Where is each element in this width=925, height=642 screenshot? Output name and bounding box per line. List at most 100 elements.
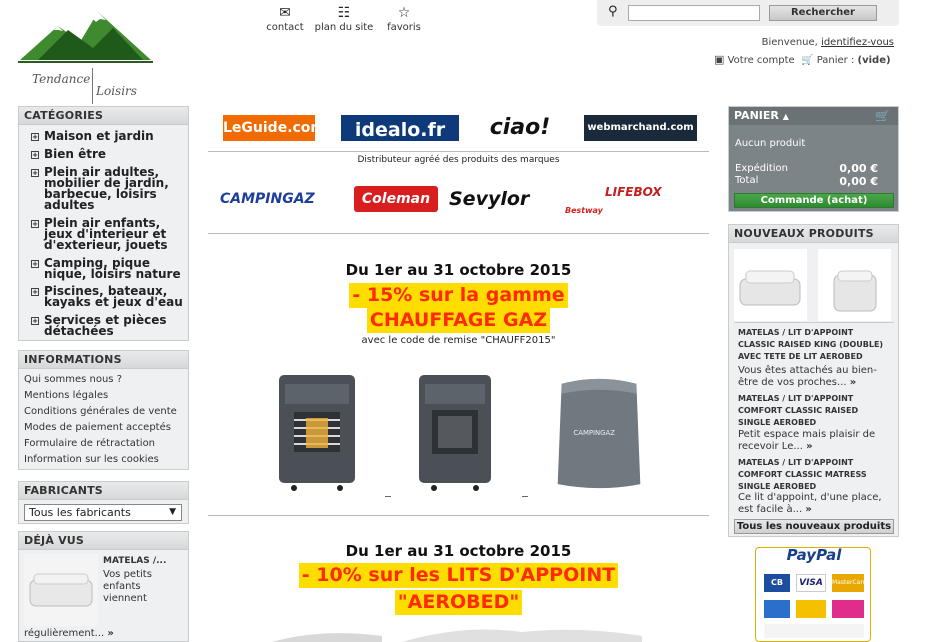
- promo2-line2-wrap: "AEROBED": [208, 590, 709, 615]
- new-product-desc: Vous êtes attachés au bien-être de vos p…: [738, 365, 877, 388]
- card-logo: [796, 600, 826, 618]
- favorites-link[interactable]: ☆ favoris: [379, 4, 429, 33]
- promo2-line2[interactable]: "AEROBED": [394, 590, 523, 615]
- brand-sevylor-logo[interactable]: Sevylor: [449, 183, 559, 215]
- mattress-promo-image[interactable]: [262, 624, 702, 642]
- new-product-title[interactable]: MATELAS / LIT D'APPOINT CLASSIC RAISED K…: [738, 327, 893, 363]
- card-logo: [832, 600, 864, 618]
- info-link[interactable]: Qui sommes nous ?: [24, 374, 122, 385]
- brand-campingaz-logo[interactable]: CAMPINGAZ: [220, 183, 335, 215]
- logo-text-line1: Tendance: [32, 72, 91, 86]
- favorites-label: favoris: [387, 22, 421, 33]
- mountain-logo-icon: [18, 12, 153, 63]
- site-logo[interactable]: Tendance Loisirs: [18, 8, 153, 104]
- info-link[interactable]: Formulaire de rétractation: [24, 438, 155, 449]
- promo2-line1-wrap: - 10% sur les LITS D'APPOINT: [208, 563, 709, 588]
- cart-shipping-label: Expédition: [735, 163, 789, 174]
- heater-cover-product-image[interactable]: CAMPINGAZ: [553, 374, 646, 494]
- envelope-icon: ✉: [279, 5, 291, 21]
- star-icon: ☆: [397, 5, 411, 21]
- paypal-block[interactable]: PayPal CB VISA MasterCard: [755, 546, 871, 642]
- informations-block: INFORMATIONS Qui sommes nous ? Mentions …: [18, 350, 189, 470]
- partner-leguide-logo[interactable]: LeGuide.com: [223, 115, 325, 141]
- welcome-text: Bienvenue, identifiez-vous: [762, 37, 894, 48]
- info-link[interactable]: Conditions générales de vente: [24, 406, 177, 417]
- sitemap-link[interactable]: ☷ plan du site: [313, 4, 375, 33]
- brand-lifebox-logo[interactable]: LIFEBOX: [605, 184, 695, 200]
- cart-title: PANIER: [734, 109, 779, 122]
- info-link[interactable]: Information sur les cookies: [24, 454, 159, 465]
- divider: [734, 322, 894, 323]
- viewed-product-more[interactable]: régulièrement... »: [24, 628, 114, 639]
- all-new-products-button[interactable]: Tous les nouveaux produits: [734, 519, 894, 534]
- order-button[interactable]: Commande (achat): [734, 193, 894, 208]
- brand-coleman-logo[interactable]: Coleman: [354, 186, 438, 212]
- promo2-line1[interactable]: - 10% sur les LITS D'APPOINT: [298, 563, 619, 588]
- logo-separator: [92, 68, 93, 104]
- brand-bestway-logo[interactable]: Bestway: [565, 183, 603, 215]
- cart-header[interactable]: PANIER ▲ 🛒: [729, 107, 898, 125]
- cart-link[interactable]: Panier :: [817, 55, 855, 66]
- expand-icon: +: [31, 169, 39, 177]
- new-products-block: NOUVEAUX PRODUITS MATELAS / LIT D'APPOIN…: [728, 224, 899, 537]
- info-link[interactable]: Mentions légales: [24, 390, 108, 401]
- category-item[interactable]: + Piscines, bateaux, kayaks et jeux d'eau: [31, 285, 186, 308]
- sitemap-icon: ☷: [337, 5, 351, 21]
- viewed-product-image[interactable]: [24, 554, 98, 626]
- expand-icon: +: [31, 220, 39, 228]
- fabricants-select[interactable]: Tous les fabricants ▼: [24, 504, 182, 521]
- category-item[interactable]: + Plein air enfants, jeux d'interieur et …: [31, 217, 186, 251]
- partner-idealo-logo[interactable]: idealo.fr: [341, 115, 459, 141]
- divider: [208, 151, 709, 152]
- category-item[interactable]: + Bien être: [31, 148, 186, 160]
- category-item[interactable]: + Maison et jardin: [31, 130, 186, 142]
- promo2-date: Du 1er au 31 octobre 2015: [345, 542, 572, 560]
- expand-icon: +: [31, 288, 39, 296]
- info-link[interactable]: Modes de paiement acceptés: [24, 422, 171, 433]
- promo1-line1[interactable]: - 15% sur la gamme: [349, 283, 568, 308]
- search-input[interactable]: [628, 5, 760, 21]
- cart-collapse-icon: ▲: [782, 112, 789, 121]
- image-caption-dash: [385, 496, 391, 497]
- search-button[interactable]: Rechercher: [769, 5, 877, 21]
- deja-vus-block: DÉJÀ VUS MATELAS /... Vos petits enfants…: [18, 531, 189, 642]
- category-item[interactable]: + Plein air adultes, mobilier de jardin, …: [31, 166, 186, 211]
- category-item[interactable]: + Services et pièces détachées: [31, 314, 186, 337]
- new-product-thumbnail[interactable]: [818, 249, 891, 321]
- fabricants-title: FABRICANTS: [19, 482, 188, 500]
- deja-vus-title: DÉJÀ VUS: [19, 532, 188, 550]
- new-product-title[interactable]: MATELAS / LIT D'APPOINT COMFORT CLASSIC …: [738, 393, 893, 429]
- svg-text:CAMPINGAZ: CAMPINGAZ: [573, 429, 615, 437]
- login-link[interactable]: identifiez-vous: [821, 37, 894, 48]
- promo1-line1-wrap: - 15% sur la gamme: [208, 283, 709, 308]
- search-icon: ⚲: [608, 4, 618, 19]
- expand-icon: +: [31, 260, 39, 268]
- new-product-title[interactable]: MATELAS / LIT D'APPOINT COMFORT CLASSIC …: [738, 457, 888, 493]
- image-caption-dash: [522, 496, 528, 497]
- cart-total-value: 0,00 €: [839, 175, 878, 188]
- heater-product-image[interactable]: [416, 372, 494, 492]
- cart-empty-text: Aucun produit: [735, 138, 806, 149]
- fabricants-selected: Tous les fabricants: [29, 506, 131, 519]
- cart-total-label: Total: [735, 175, 759, 186]
- paypal-logo: PayPal: [786, 546, 842, 564]
- cart-shipping-value: 0,00 €: [839, 162, 878, 175]
- contact-link[interactable]: ✉ contact: [260, 4, 310, 33]
- heater-product-image[interactable]: [276, 372, 358, 492]
- new-product-thumbnail[interactable]: [734, 249, 807, 321]
- dropdown-arrow-icon: ▼: [169, 507, 176, 517]
- promo1-date: Du 1er au 31 octobre 2015: [345, 261, 572, 279]
- partner-ciao-logo[interactable]: ciao!: [484, 115, 556, 141]
- promo1-code: avec le code de remise "CHAUFF2015": [361, 335, 556, 346]
- categories-title: CATÉGORIES: [19, 107, 188, 125]
- viewed-product-name[interactable]: MATELAS /...: [103, 556, 166, 566]
- distributor-text: Distributeur agréé des produits des marq…: [357, 155, 560, 165]
- new-product-desc: Ce lit d'appoint, d'une place, est facil…: [738, 492, 882, 515]
- viewed-product-desc: Vos petits enfants viennent: [103, 569, 152, 604]
- category-item[interactable]: + Camping, pique nique, loisirs nature: [31, 257, 186, 280]
- sitemap-label: plan du site: [314, 22, 374, 33]
- account-link[interactable]: Votre compte: [728, 55, 795, 66]
- promo1-line2[interactable]: CHAUFFAGE GAZ: [366, 308, 551, 333]
- partner-webmarchand-logo[interactable]: webmarchand.com: [584, 115, 697, 141]
- new-product-desc: Petit espace mais plaisir de recevoir Le…: [738, 429, 876, 452]
